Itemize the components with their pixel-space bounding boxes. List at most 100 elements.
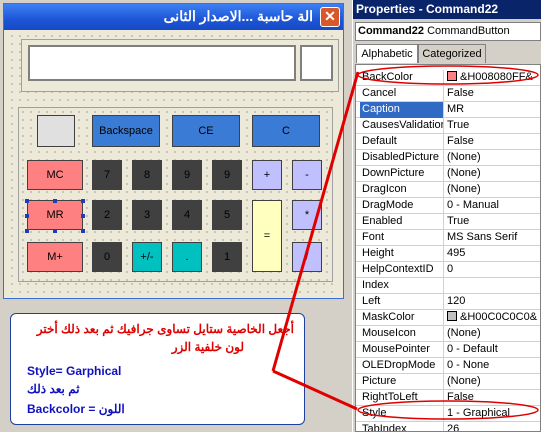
property-row[interactable]: Picture (None) (356, 374, 540, 390)
minus-button[interactable]: - (292, 160, 322, 190)
property-row[interactable]: HelpContextID 0 (356, 262, 540, 278)
key-1[interactable]: 1 (212, 242, 242, 272)
selection-handle[interactable] (53, 229, 57, 233)
key-0[interactable]: 0 (92, 242, 122, 272)
property-row[interactable]: Cancel False (356, 86, 540, 102)
selection-handle[interactable] (25, 199, 29, 203)
memory-indicator-textbox[interactable] (300, 45, 333, 81)
selection-handle[interactable] (81, 214, 85, 218)
display-textbox[interactable] (28, 45, 296, 81)
property-value[interactable]: True (445, 118, 540, 134)
backspace-button[interactable]: Backspace (92, 115, 160, 147)
selection-handle[interactable] (81, 199, 85, 203)
property-value[interactable]: &H00C0C0C0& (445, 310, 540, 326)
plusminus-button[interactable]: +/- (132, 242, 162, 272)
key-2[interactable]: 2 (92, 200, 122, 230)
property-row[interactable]: Left 120 (356, 294, 540, 310)
property-value[interactable] (445, 278, 540, 294)
multiply-button[interactable]: * (292, 200, 322, 230)
color-swatch (447, 71, 457, 81)
property-value[interactable]: False (445, 390, 540, 406)
property-row[interactable]: DownPicture (None) (356, 166, 540, 182)
key-4[interactable]: 4 (172, 200, 202, 230)
property-value[interactable]: MS Sans Serif (445, 230, 540, 246)
selection-handle[interactable] (81, 229, 85, 233)
property-row[interactable]: Index (356, 278, 540, 294)
property-value-text: &H00C0C0C0& (460, 311, 538, 323)
selection-handle[interactable] (53, 199, 57, 203)
note-line-5: Backcolor = اللون (27, 402, 125, 416)
property-row[interactable]: CausesValidation True (356, 118, 540, 134)
c-button[interactable]: C (252, 115, 320, 147)
equals-button[interactable]: = (252, 200, 282, 272)
properties-title[interactable]: Properties - Command22 (353, 0, 541, 19)
property-row[interactable]: Font MS Sans Serif (356, 230, 540, 246)
property-value[interactable]: 1 - Graphical (445, 406, 540, 422)
key-9b[interactable]: 9 (212, 160, 242, 190)
property-name: DisabledPicture (360, 150, 444, 166)
calculator-form-window[interactable]: الة حاسبة ...الاصدار الثانى ✕ Backspace … (3, 3, 344, 299)
object-name: Command22 (358, 25, 425, 37)
ce-button[interactable]: CE (172, 115, 240, 147)
property-row[interactable]: MouseIcon (None) (356, 326, 540, 342)
property-value[interactable]: &H008080FF& (445, 70, 540, 86)
key-3[interactable]: 3 (132, 200, 162, 230)
property-row[interactable]: DragMode 0 - Manual (356, 198, 540, 214)
key-5[interactable]: 5 (212, 200, 242, 230)
form-client-area: Backspace CE C MC 7 8 9 9 + - MR 2 3 4 5… (8, 32, 339, 294)
property-row[interactable]: Caption MR (356, 102, 540, 118)
property-value[interactable]: 0 - None (445, 358, 540, 374)
property-name: Enabled (360, 214, 444, 230)
property-name: Index (360, 278, 444, 294)
decimal-button[interactable]: . (172, 242, 202, 272)
key-8[interactable]: 8 (132, 160, 162, 190)
property-value[interactable]: False (445, 134, 540, 150)
selection-handle[interactable] (25, 229, 29, 233)
property-value[interactable]: 0 (445, 262, 540, 278)
mc-button[interactable]: MC (27, 160, 83, 190)
property-value-text: 1 - Graphical (447, 407, 510, 419)
property-row[interactable]: DisabledPicture (None) (356, 150, 540, 166)
property-value[interactable]: (None) (445, 374, 540, 390)
property-value-text: (None) (447, 375, 481, 387)
property-value[interactable]: (None) (445, 150, 540, 166)
mr-button[interactable]: MR (27, 200, 83, 230)
key-7[interactable]: 7 (92, 160, 122, 190)
form-title-bar[interactable]: الة حاسبة ...الاصدار الثانى ✕ (4, 4, 343, 30)
property-row[interactable]: OLEDropMode 0 - None (356, 358, 540, 374)
property-name: RightToLeft (360, 390, 444, 406)
property-row[interactable]: Style 1 - Graphical (356, 406, 540, 422)
property-row[interactable]: MaskColor &H00C0C0C0& (356, 310, 540, 326)
property-row[interactable]: Enabled True (356, 214, 540, 230)
object-selector[interactable]: Command22 CommandButton (355, 22, 541, 41)
property-row[interactable]: BackColor &H008080FF& (356, 70, 540, 86)
property-row[interactable]: DragIcon (None) (356, 182, 540, 198)
property-value-text: True (447, 119, 470, 131)
property-row[interactable]: RightToLeft False (356, 390, 540, 406)
close-icon[interactable]: ✕ (320, 7, 340, 27)
property-value[interactable]: 0 - Default (445, 342, 540, 358)
property-value[interactable]: (None) (445, 182, 540, 198)
divide-button[interactable]: / (292, 242, 322, 272)
property-value[interactable]: True (445, 214, 540, 230)
property-row[interactable]: TabIndex 26 (356, 422, 540, 431)
property-row[interactable]: Height 495 (356, 246, 540, 262)
mplus-button[interactable]: M+ (27, 242, 83, 272)
tab-alphabetic[interactable]: Alphabetic (356, 44, 418, 63)
property-row[interactable]: Default False (356, 134, 540, 150)
property-value[interactable]: (None) (445, 326, 540, 342)
property-value[interactable]: 26 (445, 422, 540, 431)
key-9[interactable]: 9 (172, 160, 202, 190)
property-value[interactable]: (None) (445, 166, 540, 182)
property-value[interactable]: False (445, 86, 540, 102)
annotation-note: أجعل الخاصية ستايل تساوى جرافيك ثم بعد ذ… (10, 313, 305, 425)
property-value[interactable]: 495 (445, 246, 540, 262)
property-row[interactable]: MousePointer 0 - Default (356, 342, 540, 358)
property-value[interactable]: MR (445, 102, 540, 118)
property-name: Cancel (360, 86, 444, 102)
plus-button[interactable]: + (252, 160, 282, 190)
tab-categorized[interactable]: Categorized (418, 44, 486, 63)
property-value[interactable]: 0 - Manual (445, 198, 540, 214)
selection-handle[interactable] (25, 214, 29, 218)
property-value[interactable]: 120 (445, 294, 540, 310)
